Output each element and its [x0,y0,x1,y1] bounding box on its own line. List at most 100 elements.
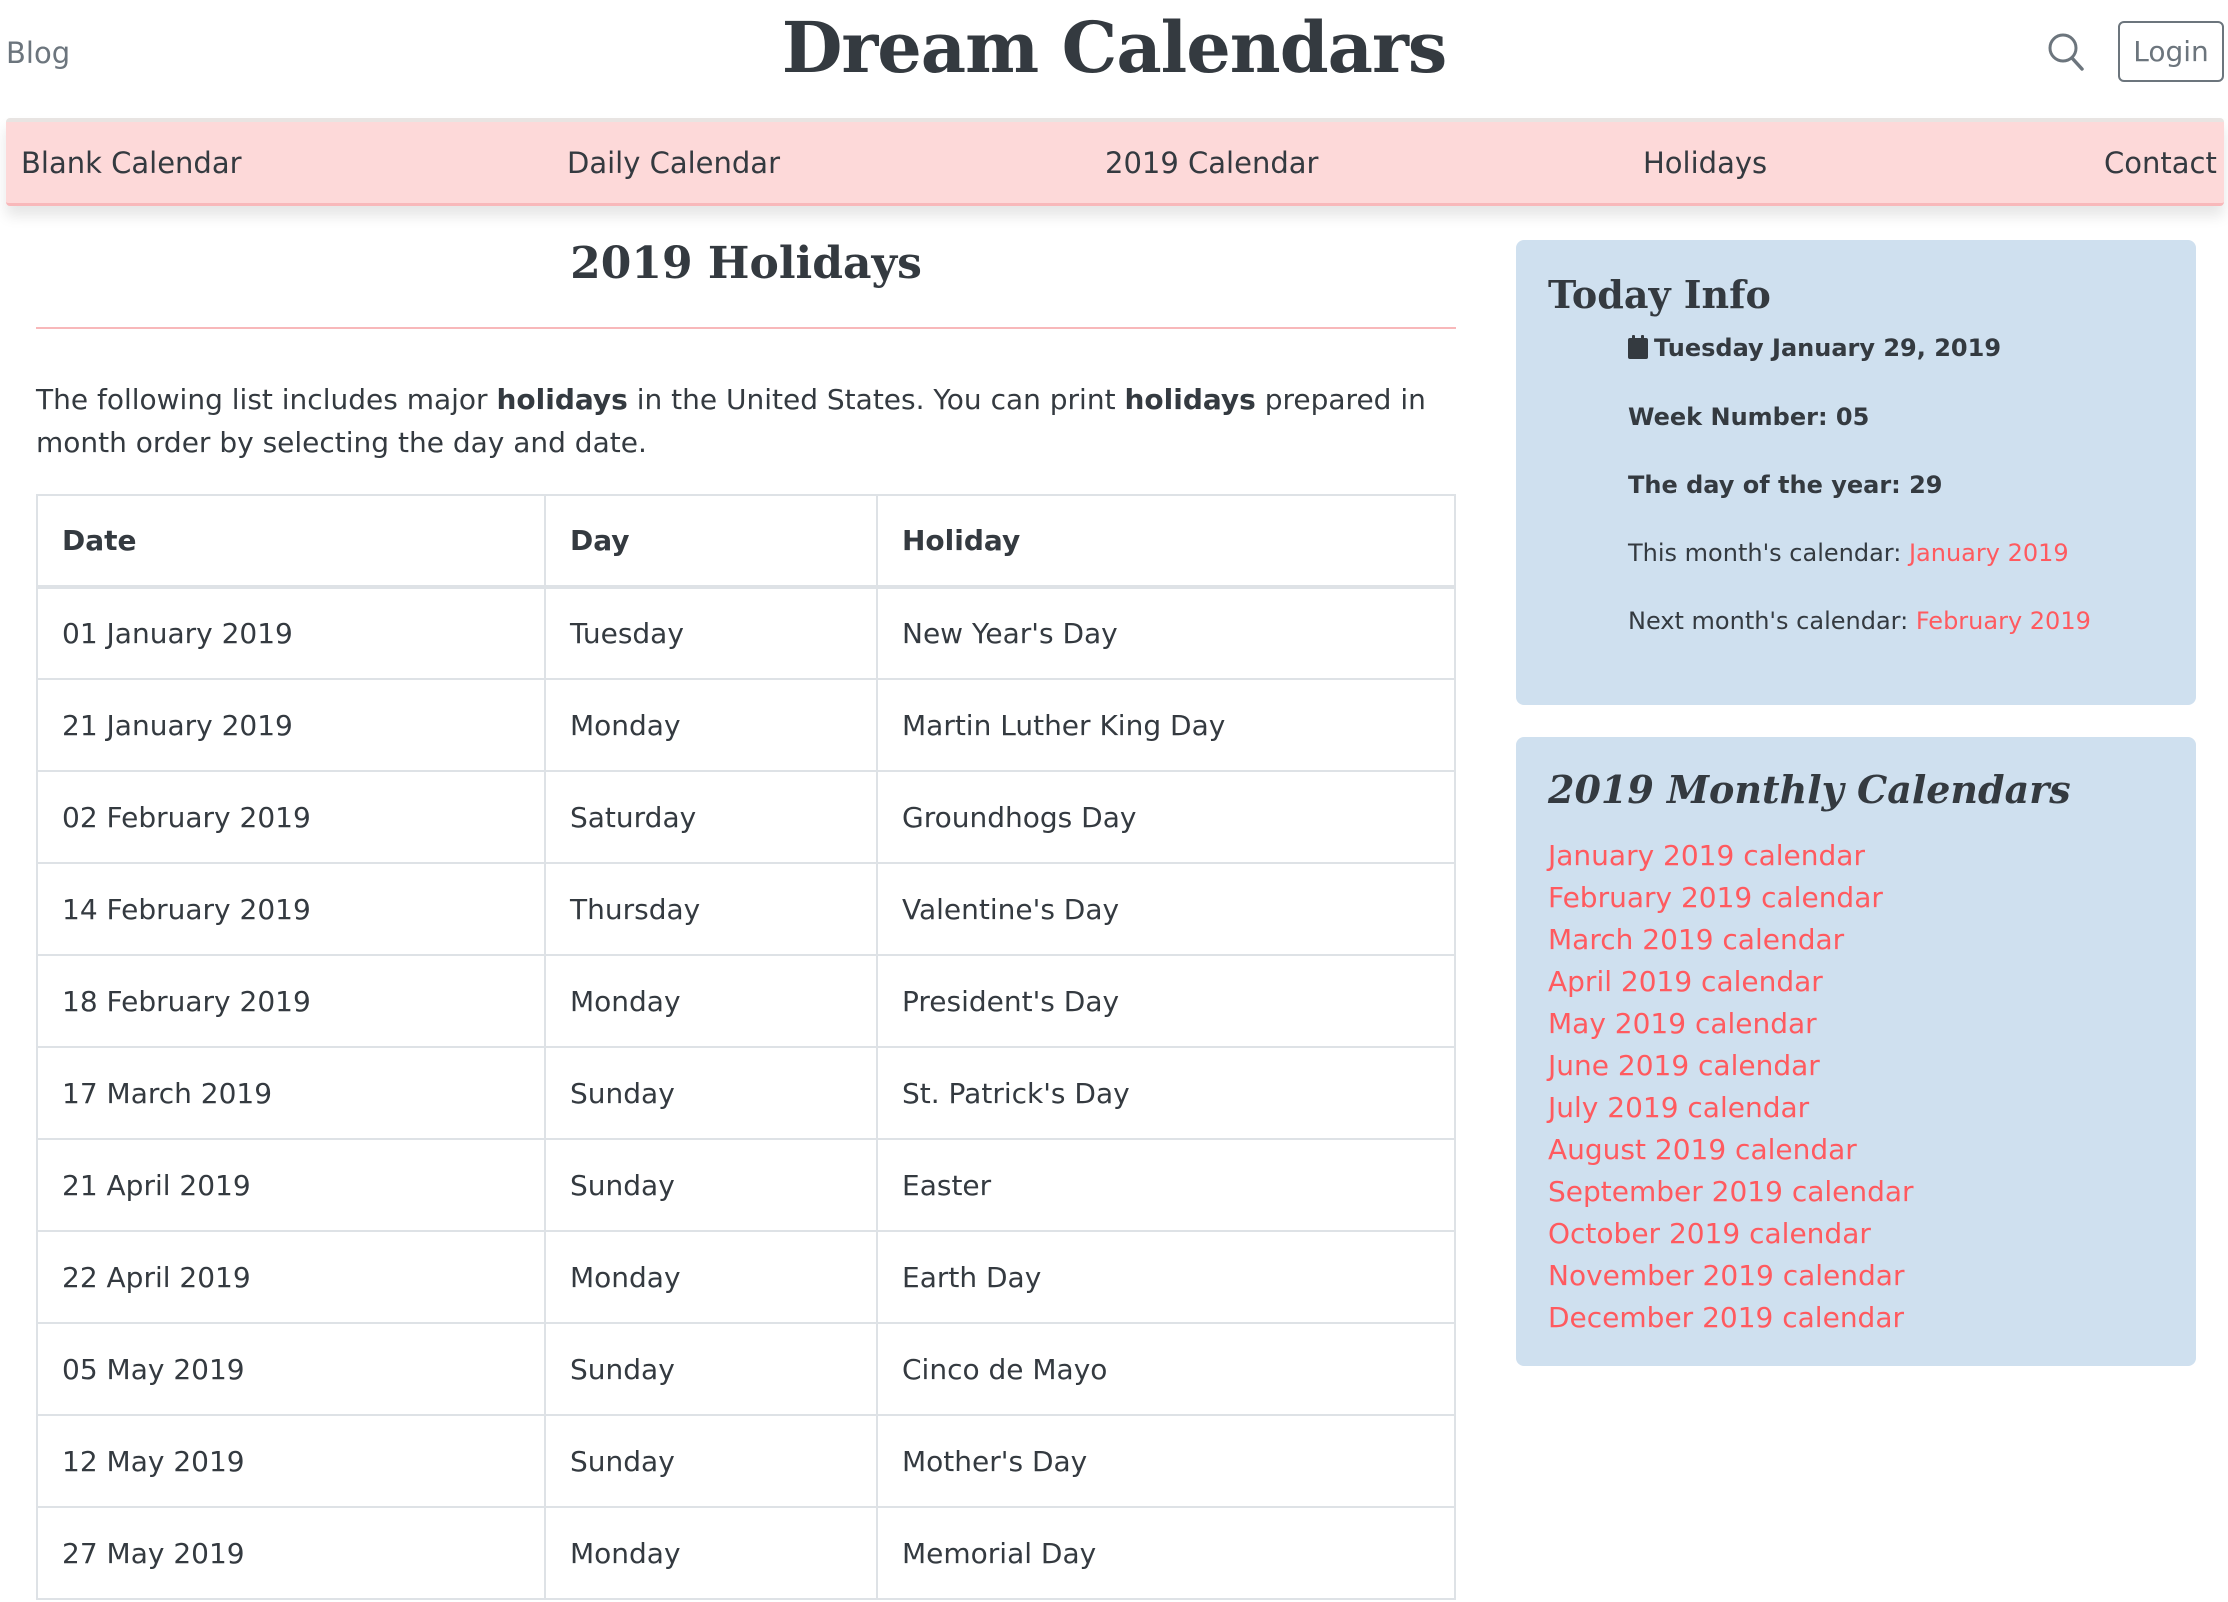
list-item: March 2019 calendar [1548,919,1914,961]
this-month-link[interactable]: January 2019 [1909,539,2069,567]
cell-day: Tuesday [544,586,878,680]
cell-day: Monday [544,1506,878,1600]
nav-item-blank-calendar[interactable]: Blank Calendar [21,146,242,180]
cell-date: 18 February 2019 [36,954,546,1048]
month-calendar-link[interactable]: March 2019 calendar [1548,923,1844,956]
nav-item-daily-calendar[interactable]: Daily Calendar [567,146,780,180]
cell-day: Monday [544,954,878,1048]
list-item: September 2019 calendar [1548,1171,1914,1213]
month-calendar-link[interactable]: July 2019 calendar [1548,1091,1809,1124]
cell-day: Sunday [544,1414,878,1508]
month-calendar-link[interactable]: November 2019 calendar [1548,1259,1904,1292]
month-calendar-link[interactable]: April 2019 calendar [1548,965,1823,998]
column-header-day: Day [544,494,878,589]
cell-date: 21 April 2019 [36,1138,546,1232]
today-info-panel: Today Info Tuesday January 29, 2019 Week… [1516,240,2196,705]
main-nav: Blank Calendar Daily Calendar 2019 Calen… [6,118,2224,206]
search-button[interactable] [2046,30,2086,74]
list-item: July 2019 calendar [1548,1087,1914,1129]
table-row: 27 May 2019 Monday Memorial Day [36,1506,1456,1600]
list-item: May 2019 calendar [1548,1003,1914,1045]
cell-day: Thursday [544,862,878,956]
month-calendar-link[interactable]: October 2019 calendar [1548,1217,1871,1250]
next-month-link[interactable]: February 2019 [1916,607,2091,635]
today-info-title: Today Info [1548,272,1771,317]
list-item: December 2019 calendar [1548,1297,1914,1339]
cell-holiday: Cinco de Mayo [876,1322,1456,1416]
cell-holiday: Valentine's Day [876,862,1456,956]
table-row: 02 February 2019 Saturday Groundhogs Day [36,770,1456,864]
column-header-date: Date [36,494,546,589]
table-row: 01 January 2019 Tuesday New Year's Day [36,586,1456,680]
table-row: 14 February 2019 Thursday Valentine's Day [36,862,1456,956]
table-row: 18 February 2019 Monday President's Day [36,954,1456,1048]
cell-holiday: St. Patrick's Day [876,1046,1456,1140]
month-calendar-link[interactable]: December 2019 calendar [1548,1301,1904,1334]
day-of-year: The day of the year: 29 [1628,471,1943,499]
cell-day: Monday [544,1230,878,1324]
list-item: June 2019 calendar [1548,1045,1914,1087]
month-calendar-link[interactable]: August 2019 calendar [1548,1133,1857,1166]
table-row: 21 April 2019 Sunday Easter [36,1138,1456,1232]
list-item: February 2019 calendar [1548,877,1914,919]
monthly-calendars-panel: 2019 Monthly Calendars January 2019 cale… [1516,737,2196,1366]
intro-bold: holidays [496,383,628,416]
column-header-holiday: Holiday [876,494,1456,589]
month-calendar-link[interactable]: February 2019 calendar [1548,881,1883,914]
list-item: November 2019 calendar [1548,1255,1914,1297]
today-date: Tuesday January 29, 2019 [1628,334,2001,362]
intro-text: in the United States. You can print [627,383,1125,416]
cell-day: Saturday [544,770,878,864]
nav-item-holidays[interactable]: Holidays [1643,146,1767,180]
nav-item-contact[interactable]: Contact [2104,146,2217,180]
cell-holiday: Mother's Day [876,1414,1456,1508]
list-item: January 2019 calendar [1548,835,1914,877]
holidays-table: Date Day Holiday 01 January 2019 Tuesday N… [36,494,1456,1600]
month-calendar-link[interactable]: May 2019 calendar [1548,1007,1817,1040]
month-calendar-link[interactable]: June 2019 calendar [1548,1049,1820,1082]
table-row: 17 March 2019 Sunday St. Patrick's Day [36,1046,1456,1140]
month-calendar-link[interactable]: January 2019 calendar [1548,839,1865,872]
cell-date: 14 February 2019 [36,862,546,956]
table-header-row: Date Day Holiday [36,494,1456,589]
cell-date: 01 January 2019 [36,586,546,680]
monthly-calendars-title: 2019 Monthly Calendars [1548,767,2071,812]
cell-date: 02 February 2019 [36,770,546,864]
next-month-label: Next month's calendar: [1628,607,1916,635]
today-date-text: Tuesday January 29, 2019 [1654,334,2002,362]
intro-text: The following list includes major [36,383,497,416]
site-title[interactable]: Dream Calendars [0,6,2228,89]
this-month-label: This month's calendar: [1628,539,1909,567]
cell-holiday: Easter [876,1138,1456,1232]
table-row: 05 May 2019 Sunday Cinco de Mayo [36,1322,1456,1416]
cell-date: 17 March 2019 [36,1046,546,1140]
next-month-line: Next month's calendar: February 2019 [1628,607,2091,635]
cell-holiday: Groundhogs Day [876,770,1456,864]
cell-date: 12 May 2019 [36,1414,546,1508]
month-calendar-link[interactable]: September 2019 calendar [1548,1175,1914,1208]
cell-day: Monday [544,678,878,772]
cell-day: Sunday [544,1046,878,1140]
intro-paragraph: The following list includes major holida… [36,378,1456,464]
cell-holiday: President's Day [876,954,1456,1048]
table-row: 22 April 2019 Monday Earth Day [36,1230,1456,1324]
monthly-calendar-list: January 2019 calendar February 2019 calen… [1548,835,1914,1339]
this-month-line: This month's calendar: January 2019 [1628,539,2069,567]
list-item: October 2019 calendar [1548,1213,1914,1255]
cell-holiday: Memorial Day [876,1506,1456,1600]
cell-date: 21 January 2019 [36,678,546,772]
list-item: August 2019 calendar [1548,1129,1914,1171]
page-title: 2019 Holidays [570,238,922,289]
calendar-icon [1628,335,1648,359]
cell-date: 05 May 2019 [36,1322,546,1416]
cell-day: Sunday [544,1322,878,1416]
table-row: 12 May 2019 Sunday Mother's Day [36,1414,1456,1508]
login-button[interactable]: Login [2118,21,2224,82]
top-header: Blog Dream Calendars Login [0,0,2228,118]
nav-item-2019-calendar[interactable]: 2019 Calendar [1105,146,1318,180]
intro-bold: holidays [1124,383,1256,416]
cell-day: Sunday [544,1138,878,1232]
week-number: Week Number: 05 [1628,403,1870,431]
search-icon [2048,33,2084,71]
list-item: April 2019 calendar [1548,961,1914,1003]
